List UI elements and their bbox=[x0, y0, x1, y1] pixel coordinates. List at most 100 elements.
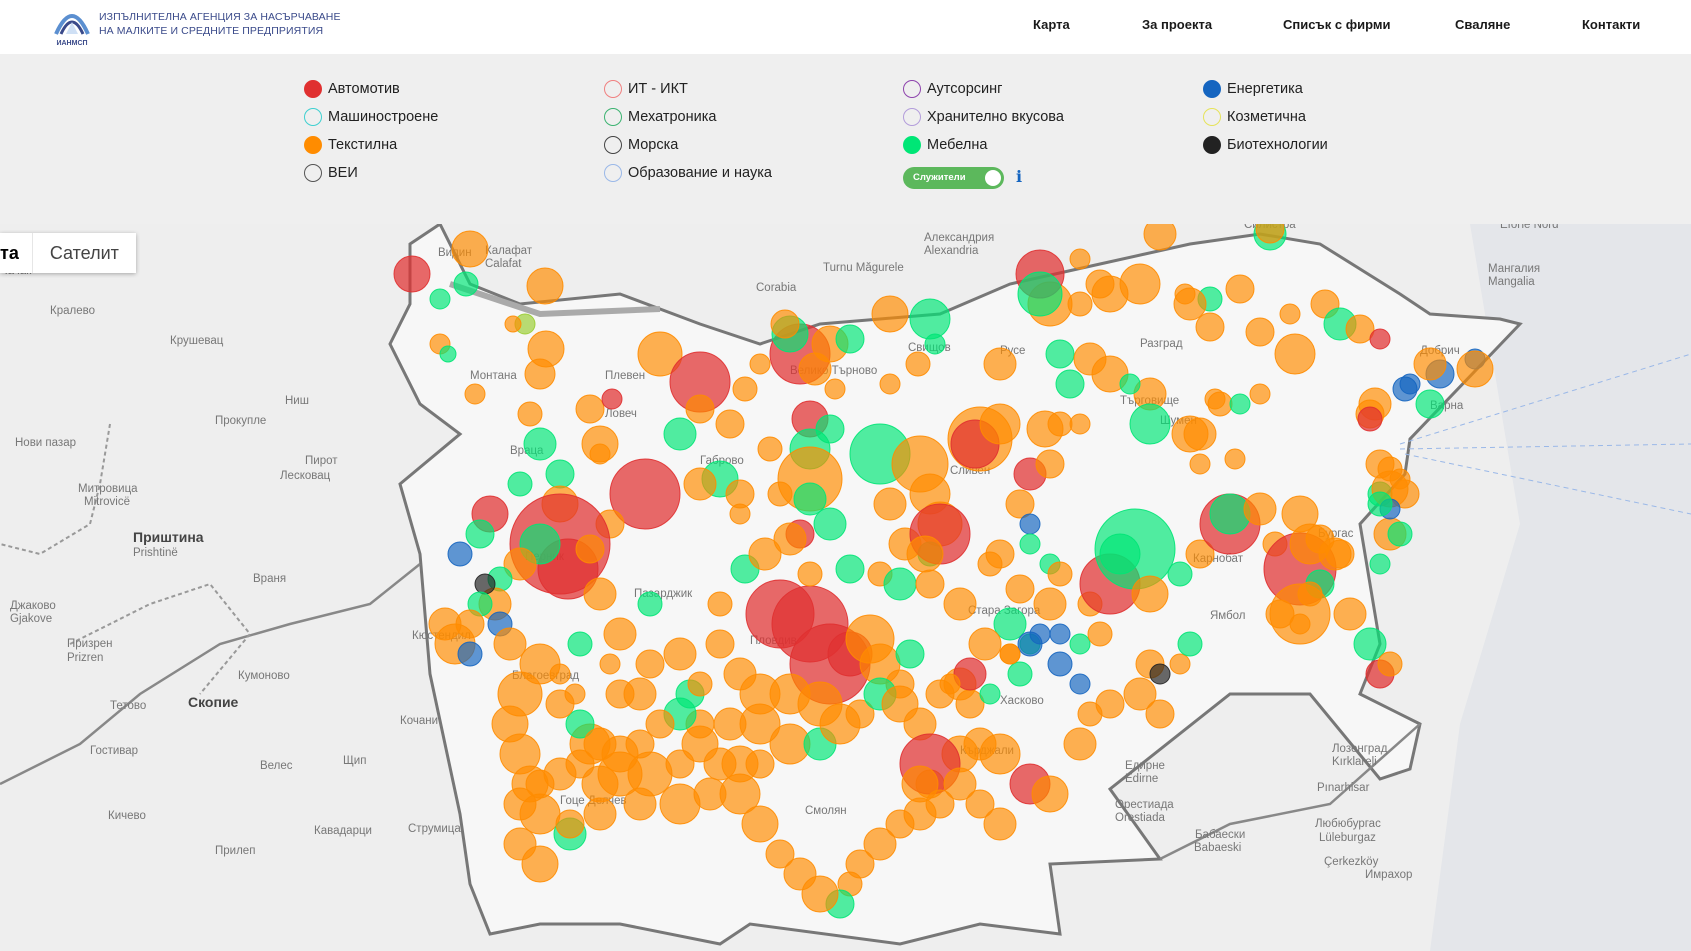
company-bubble[interactable] bbox=[465, 519, 495, 549]
nav-map[interactable]: Карта bbox=[1033, 0, 1070, 50]
company-bubble[interactable] bbox=[635, 649, 665, 679]
company-bubble[interactable] bbox=[769, 673, 811, 715]
company-bubble[interactable] bbox=[905, 351, 931, 377]
company-bubble[interactable] bbox=[703, 747, 737, 781]
company-bubble[interactable] bbox=[1033, 587, 1067, 621]
company-bubble[interactable] bbox=[1119, 373, 1141, 395]
company-bubble[interactable] bbox=[835, 554, 865, 584]
map-canvas[interactable]: ЧачакКралевоКрушевацНишПрокуплеНови паза… bbox=[0, 224, 1691, 951]
company-bubble[interactable] bbox=[1195, 312, 1225, 342]
company-bubble[interactable] bbox=[1207, 391, 1233, 417]
company-bubble[interactable] bbox=[977, 551, 1003, 577]
company-bubble[interactable] bbox=[526, 267, 564, 305]
company-bubble[interactable] bbox=[871, 295, 909, 333]
company-bubble[interactable] bbox=[1209, 493, 1251, 535]
company-bubble[interactable] bbox=[939, 673, 961, 695]
company-bubble[interactable] bbox=[589, 443, 611, 465]
company-bubble[interactable] bbox=[1456, 350, 1494, 388]
filter-it-ict[interactable]: ИТ - ИКТ bbox=[604, 79, 688, 99]
company-bubble[interactable] bbox=[451, 230, 489, 268]
company-bubble[interactable] bbox=[983, 347, 1017, 381]
company-bubble[interactable] bbox=[1063, 727, 1097, 761]
company-bubble[interactable] bbox=[1225, 274, 1255, 304]
company-bubble[interactable] bbox=[1019, 513, 1041, 535]
company-bubble[interactable] bbox=[1224, 448, 1246, 470]
company-bubble[interactable] bbox=[1415, 389, 1445, 419]
company-bubble[interactable] bbox=[685, 394, 715, 424]
company-bubble[interactable] bbox=[637, 591, 663, 617]
company-bubble[interactable] bbox=[1249, 383, 1271, 405]
company-bubble[interactable] bbox=[1129, 403, 1171, 445]
company-bubble[interactable] bbox=[798, 352, 832, 386]
company-bubble[interactable] bbox=[1357, 406, 1383, 432]
company-bubble[interactable] bbox=[732, 376, 758, 402]
company-bubble[interactable] bbox=[943, 587, 977, 621]
nav-contacts[interactable]: Контакти bbox=[1582, 0, 1640, 50]
company-bubble[interactable] bbox=[1413, 347, 1447, 381]
company-bubble[interactable] bbox=[1399, 373, 1421, 395]
company-bubble[interactable] bbox=[707, 591, 733, 617]
company-bubble[interactable] bbox=[474, 573, 496, 595]
company-bubble[interactable] bbox=[1069, 248, 1091, 270]
company-bubble[interactable] bbox=[603, 617, 637, 651]
company-bubble[interactable] bbox=[1087, 621, 1113, 647]
company-bubble[interactable] bbox=[1167, 561, 1193, 587]
filter-renewables[interactable]: ВЕИ bbox=[304, 163, 358, 183]
company-bubble[interactable] bbox=[1047, 561, 1073, 587]
company-bubble[interactable] bbox=[517, 401, 543, 427]
filter-marine[interactable]: Морска bbox=[604, 135, 678, 155]
company-bubble[interactable] bbox=[1007, 661, 1033, 687]
company-bubble[interactable] bbox=[663, 417, 697, 451]
company-bubble[interactable] bbox=[999, 643, 1021, 665]
brand-name[interactable]: ИЗПЪЛНИТЕЛНА АГЕНЦИЯ ЗА НАСЪРЧАВАНЕ НА М… bbox=[99, 10, 341, 38]
company-bubble[interactable] bbox=[1279, 303, 1301, 325]
company-bubble[interactable] bbox=[1325, 539, 1355, 569]
company-bubble[interactable] bbox=[453, 271, 479, 297]
company-bubble[interactable] bbox=[979, 733, 1021, 775]
filter-cosmetics[interactable]: Козметична bbox=[1203, 107, 1306, 127]
company-bubble[interactable] bbox=[1019, 533, 1041, 555]
nav-company-list[interactable]: Списък с фирми bbox=[1283, 0, 1390, 50]
company-bubble[interactable] bbox=[979, 403, 1021, 445]
company-bubble[interactable] bbox=[1095, 689, 1125, 719]
agency-logo-icon[interactable]: ИАНМСП bbox=[50, 4, 94, 48]
company-bubble[interactable] bbox=[564, 683, 586, 705]
company-bubble[interactable] bbox=[428, 607, 462, 641]
company-bubble[interactable] bbox=[749, 353, 771, 375]
company-bubble[interactable] bbox=[1369, 553, 1391, 575]
company-bubble[interactable] bbox=[979, 683, 1001, 705]
company-bubble[interactable] bbox=[521, 845, 559, 883]
company-bubble[interactable] bbox=[623, 677, 657, 711]
company-bubble[interactable] bbox=[767, 481, 793, 507]
company-bubble[interactable] bbox=[1289, 613, 1311, 635]
company-bubble[interactable] bbox=[457, 641, 483, 667]
company-bubble[interactable] bbox=[713, 707, 747, 741]
filter-education-science[interactable]: Образование и наука bbox=[604, 163, 772, 183]
company-bubble[interactable] bbox=[745, 749, 775, 779]
company-bubble[interactable] bbox=[447, 541, 473, 567]
company-bubble[interactable] bbox=[705, 629, 735, 659]
company-bubble[interactable] bbox=[1031, 775, 1069, 813]
info-icon[interactable]: i bbox=[1016, 167, 1022, 186]
company-bubble[interactable] bbox=[1177, 631, 1203, 657]
company-bubble[interactable] bbox=[1017, 271, 1063, 317]
company-bubble[interactable] bbox=[583, 797, 617, 831]
company-bubble[interactable] bbox=[1169, 653, 1191, 675]
company-bubble[interactable] bbox=[1035, 449, 1065, 479]
company-bubble[interactable] bbox=[493, 627, 527, 661]
company-bubble[interactable] bbox=[1049, 623, 1071, 645]
company-bubble[interactable] bbox=[1085, 269, 1115, 299]
company-bubble[interactable] bbox=[1047, 651, 1073, 677]
company-bubble[interactable] bbox=[813, 507, 847, 541]
company-bubble[interactable] bbox=[555, 809, 585, 839]
company-bubble[interactable] bbox=[1017, 631, 1043, 657]
company-bubble[interactable] bbox=[1369, 328, 1391, 350]
company-bubble[interactable] bbox=[1069, 413, 1091, 435]
company-bubble[interactable] bbox=[1245, 317, 1275, 347]
company-bubble[interactable] bbox=[1281, 495, 1319, 533]
company-bubble[interactable] bbox=[968, 627, 1002, 661]
company-bubble[interactable] bbox=[583, 577, 617, 611]
filter-outsourcing[interactable]: Аутсорсинг bbox=[903, 79, 1002, 99]
company-bubble[interactable] bbox=[683, 467, 717, 501]
filter-biotech[interactable]: Биотехнологии bbox=[1203, 135, 1328, 155]
